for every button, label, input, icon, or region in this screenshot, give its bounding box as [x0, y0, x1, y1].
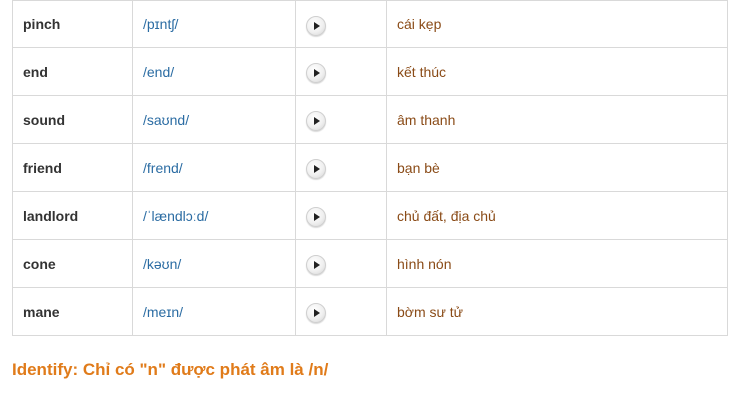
- audio-cell: [295, 191, 387, 240]
- ipa-text: /end/: [143, 63, 175, 80]
- meaning-cell: chủ đất, địa chủ: [386, 191, 728, 240]
- ipa-text: /pɪntʃ/: [143, 16, 179, 32]
- play-audio-button[interactable]: [306, 159, 326, 179]
- ipa-text: /frend/: [143, 159, 183, 176]
- vocabulary-table-body: pinch /pɪntʃ/ cái kẹp end /end/ kết thúc…: [12, 0, 728, 336]
- word-text: friend: [23, 159, 62, 176]
- ipa-cell: /kəʊn/: [132, 239, 296, 288]
- play-audio-button[interactable]: [306, 63, 326, 83]
- audio-cell: [295, 143, 387, 192]
- audio-cell: [295, 287, 387, 336]
- word-cell: cone: [12, 239, 133, 288]
- meaning-cell: bờm sư tử: [386, 287, 728, 336]
- meaning-text: bờm sư tử: [397, 303, 464, 320]
- meaning-text: hình nón: [397, 255, 452, 272]
- ipa-cell: /ˈlændlɔːd/: [132, 191, 296, 240]
- ipa-text: /saʊnd/: [143, 111, 190, 128]
- play-icon: [314, 213, 320, 221]
- play-audio-button[interactable]: [306, 15, 326, 36]
- word-text: cone: [23, 255, 56, 272]
- meaning-cell: bạn bè: [386, 143, 728, 192]
- play-audio-button[interactable]: [306, 207, 326, 227]
- meaning-text: kết thúc: [397, 63, 447, 80]
- ipa-text: /meɪn/: [143, 303, 183, 320]
- audio-cell: [295, 47, 387, 96]
- word-cell: mane: [12, 287, 133, 336]
- audio-cell: [295, 0, 387, 48]
- play-icon: [314, 69, 320, 77]
- ipa-cell: /saʊnd/: [132, 95, 296, 144]
- ipa-text: /kəʊn/: [143, 255, 182, 272]
- play-audio-button[interactable]: [306, 303, 326, 323]
- play-icon: [314, 309, 320, 317]
- word-text: pinch: [23, 16, 61, 32]
- table-row: end /end/ kết thúc: [12, 47, 728, 96]
- meaning-cell: hình nón: [386, 239, 728, 288]
- play-audio-button[interactable]: [306, 111, 326, 131]
- table-row: friend /frend/ bạn bè: [12, 143, 728, 192]
- word-cell: end: [12, 47, 133, 96]
- meaning-text: cái kẹp: [397, 16, 442, 32]
- play-icon: [314, 117, 320, 125]
- ipa-cell: /end/: [132, 47, 296, 96]
- word-cell: landlord: [12, 191, 133, 240]
- vocabulary-table: pinch /pɪntʃ/ cái kẹp end /end/ kết thúc…: [12, 0, 728, 336]
- ipa-cell: /pɪntʃ/: [132, 0, 296, 48]
- play-audio-button[interactable]: [306, 255, 326, 275]
- meaning-text: bạn bè: [397, 159, 440, 176]
- word-text: end: [23, 63, 48, 80]
- table-row: landlord /ˈlændlɔːd/ chủ đất, địa chủ: [12, 191, 728, 240]
- identify-note: Identify: Chỉ có "n" được phát âm là /n/: [12, 360, 329, 379]
- play-icon: [314, 165, 320, 173]
- meaning-text: chủ đất, địa chủ: [397, 207, 496, 224]
- word-text: mane: [23, 303, 60, 320]
- ipa-cell: /frend/: [132, 143, 296, 192]
- table-row: mane /meɪn/ bờm sư tử: [12, 287, 728, 336]
- meaning-text: âm thanh: [397, 111, 456, 128]
- table-row: pinch /pɪntʃ/ cái kẹp: [12, 0, 728, 48]
- meaning-cell: cái kẹp: [386, 0, 728, 48]
- meaning-cell: kết thúc: [386, 47, 728, 96]
- play-icon: [314, 21, 320, 30]
- audio-cell: [295, 95, 387, 144]
- ipa-cell: /meɪn/: [132, 287, 296, 336]
- word-text: landlord: [23, 207, 79, 224]
- audio-cell: [295, 239, 387, 288]
- word-cell: sound: [12, 95, 133, 144]
- meaning-cell: âm thanh: [386, 95, 728, 144]
- ipa-text: /ˈlændlɔːd/: [143, 207, 209, 224]
- word-cell: pinch: [12, 0, 133, 48]
- word-cell: friend: [12, 143, 133, 192]
- table-row: cone /kəʊn/ hình nón: [12, 239, 728, 288]
- table-row: sound /saʊnd/ âm thanh: [12, 95, 728, 144]
- play-icon: [314, 261, 320, 269]
- word-text: sound: [23, 111, 65, 128]
